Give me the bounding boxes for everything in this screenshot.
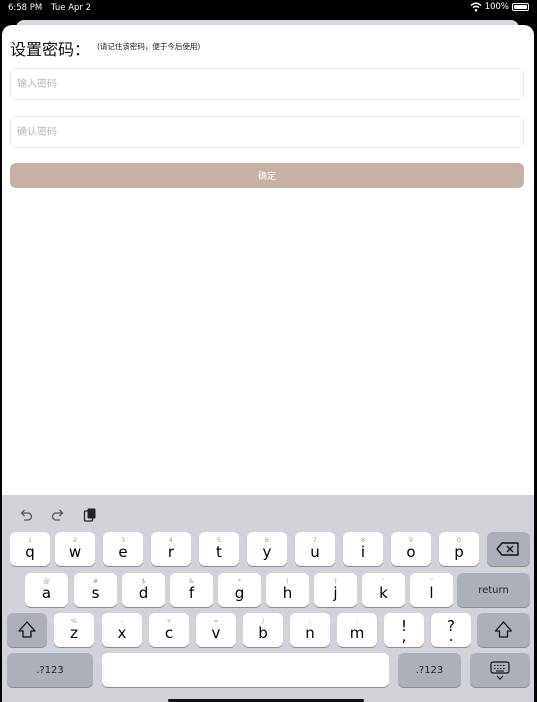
- paste-icon[interactable]: [82, 507, 98, 523]
- password-note: (请记住该密码，便于今后使用): [97, 42, 201, 51]
- page-title: 设置密码：: [10, 40, 91, 59]
- key-h[interactable]: (h: [266, 573, 309, 607]
- shift-key-left[interactable]: [7, 613, 47, 647]
- key-s[interactable]: # s: [74, 573, 117, 607]
- key-k[interactable]: ’ k: [362, 573, 405, 607]
- key-n[interactable]: ; n: [290, 613, 330, 647]
- key-w[interactable]: 2w: [55, 532, 95, 566]
- confirm-button[interactable]: 确定: [10, 163, 524, 188]
- key-o[interactable]: 9o: [391, 532, 431, 566]
- numbers-key-right[interactable]: .?123: [398, 653, 461, 687]
- confirm-password-field[interactable]: [10, 116, 524, 148]
- status-time: 6:58 PM: [8, 3, 43, 13]
- return-key[interactable]: return: [457, 573, 530, 607]
- key-q[interactable]: 1q: [10, 532, 50, 566]
- key-g[interactable]: * g: [218, 573, 261, 607]
- key-c[interactable]: + c: [149, 613, 189, 647]
- key-a[interactable]: @ a: [25, 573, 68, 607]
- key-m[interactable]: :m: [337, 613, 377, 647]
- password-input[interactable]: [11, 69, 523, 99]
- key-i[interactable]: 8i: [343, 532, 383, 566]
- key-b[interactable]: / b: [243, 613, 283, 647]
- backspace-icon: [496, 542, 519, 556]
- key-p[interactable]: 0p: [439, 532, 479, 566]
- key-v[interactable]: = v: [196, 613, 236, 647]
- shift-icon: [494, 621, 513, 638]
- numbers-key-left[interactable]: .?123: [7, 653, 93, 687]
- key-e[interactable]: 3e: [103, 532, 143, 566]
- key-period[interactable]: ?.: [431, 613, 471, 647]
- key-j[interactable]: ) j: [314, 573, 357, 607]
- shift-icon: [18, 621, 36, 638]
- password-field[interactable]: [10, 68, 524, 100]
- shift-key-right[interactable]: [477, 613, 530, 647]
- redo-icon[interactable]: [50, 507, 66, 523]
- key-r[interactable]: 4r: [151, 532, 191, 566]
- delete-key[interactable]: [487, 532, 530, 566]
- keyboard: 1q 2w 3e 4r 5t 6y 7u 8i 9o 0p @ a # s $ d &…: [2, 495, 534, 702]
- key-comma[interactable]: !,: [384, 613, 424, 647]
- key-u[interactable]: 7u: [295, 532, 335, 566]
- key-y[interactable]: 6y: [247, 532, 287, 566]
- status-bar: 6:58 PM Tue Apr 2 100%: [0, 0, 537, 16]
- battery-icon: [512, 3, 529, 11]
- key-d[interactable]: $ d: [122, 573, 165, 607]
- battery-percent: 100%: [484, 2, 509, 12]
- key-t[interactable]: 5t: [199, 532, 239, 566]
- status-date: Tue Apr 2: [51, 3, 92, 13]
- key-l[interactable]: ” l: [410, 573, 453, 607]
- space-key[interactable]: [102, 653, 389, 687]
- keyboard-icon: [490, 661, 510, 680]
- wifi-icon: [470, 2, 482, 12]
- key-z[interactable]: % z: [54, 613, 94, 647]
- key-x[interactable]: -x: [102, 613, 142, 647]
- dismiss-keyboard-key[interactable]: [470, 653, 530, 687]
- password-setup-sheet: 设置密码： (请记住该密码，便于今后使用) 确定 1q 2w 3e 4r 5t …: [2, 25, 534, 702]
- key-f[interactable]: & f: [170, 573, 213, 607]
- status-indicators: 100%: [470, 2, 529, 12]
- undo-icon[interactable]: [18, 507, 34, 523]
- confirm-password-input[interactable]: [11, 117, 523, 147]
